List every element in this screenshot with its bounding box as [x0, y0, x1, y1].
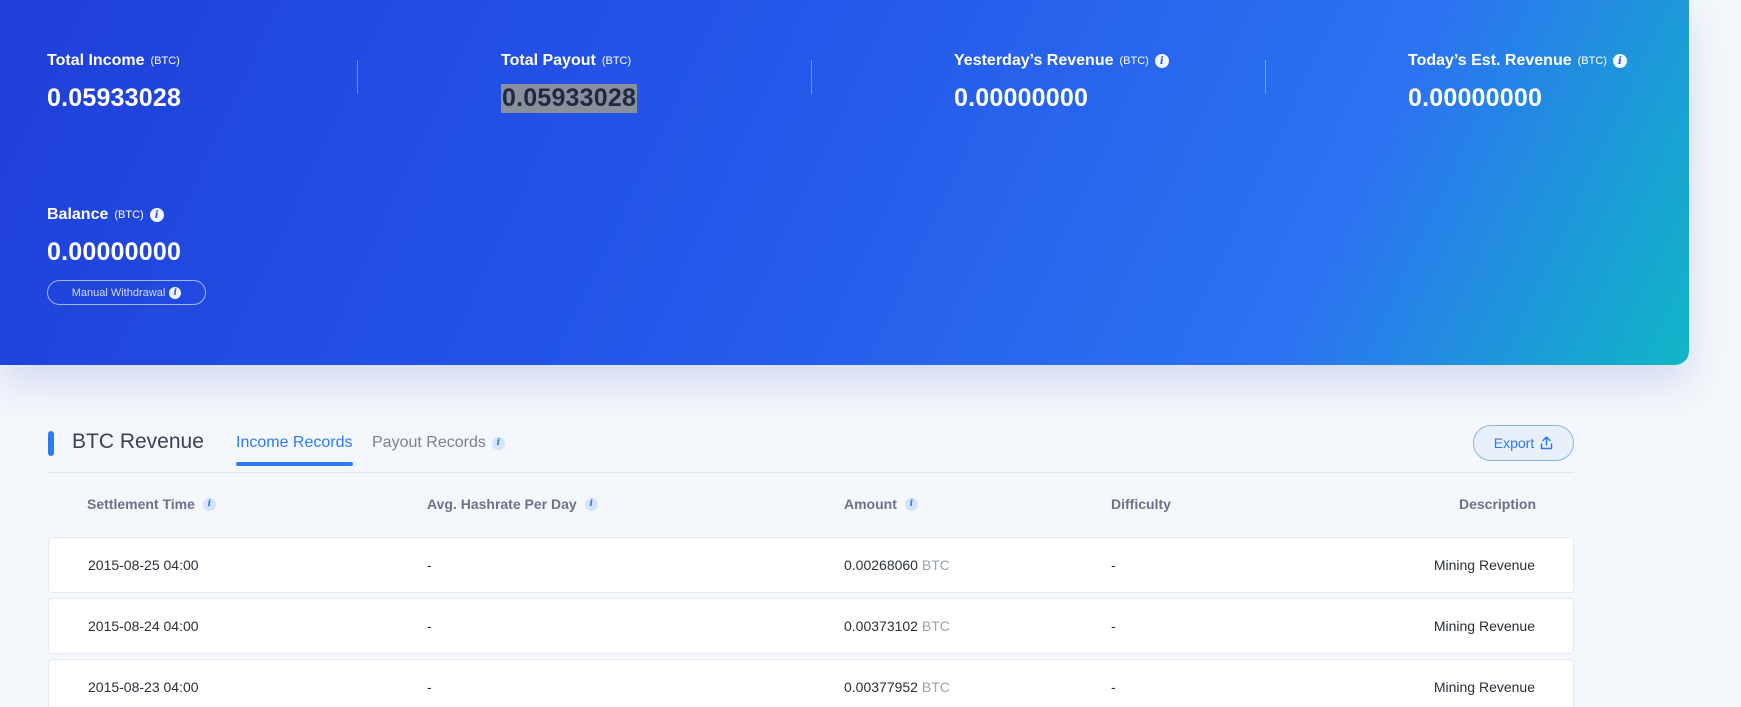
difficulty-cell: - — [1111, 557, 1116, 573]
yesterday-revenue-label: Yesterday’s Revenue (BTC) i — [954, 52, 1169, 70]
description-cell: Mining Revenue — [1433, 618, 1535, 634]
revenue-summary-banner: Total Income (BTC) 0.05933028 Total Payo… — [0, 0, 1689, 365]
tab-income-records[interactable]: Income Records — [236, 434, 353, 466]
revenue-section-header: BTC Revenue Income Records Payout Record… — [48, 425, 1574, 473]
hashrate-cell: - — [427, 679, 432, 695]
settlement-time-cell: 2015-08-25 04:00 — [88, 557, 199, 573]
table-row: 2015-08-24 04:00 - 0.00373102 BTC - Mini… — [48, 598, 1574, 654]
info-icon[interactable]: i — [169, 286, 182, 299]
total-income-value: 0.05933028 — [47, 84, 182, 112]
table-row: 2015-08-25 04:00 - 0.00268060 BTC - Mini… — [48, 537, 1574, 593]
section-accent-bar — [48, 431, 54, 456]
description-cell: Mining Revenue — [1433, 679, 1535, 695]
today-est-revenue-label: Today’s Est. Revenue (BTC) i — [1408, 52, 1627, 70]
description-cell: Mining Revenue — [1433, 557, 1535, 573]
balance-value: 0.00000000 — [47, 238, 182, 266]
info-icon[interactable]: i — [584, 497, 598, 511]
hashrate-cell: - — [427, 557, 432, 573]
total-income-label: Total Income (BTC) — [47, 52, 180, 69]
today-est-revenue-value: 0.00000000 — [1408, 84, 1543, 112]
section-title: BTC Revenue — [72, 430, 204, 453]
settlement-time-cell: 2015-08-24 04:00 — [88, 618, 199, 634]
info-icon[interactable]: i — [904, 497, 918, 511]
info-icon[interactable]: i — [149, 208, 164, 222]
difficulty-cell: - — [1111, 679, 1116, 695]
hashrate-cell: - — [427, 618, 432, 634]
amount-cell: 0.00377952 BTC — [844, 679, 950, 695]
column-header-difficulty: Difficulty — [1111, 496, 1171, 512]
difficulty-cell: - — [1111, 618, 1116, 634]
tab-payout-records[interactable]: Payout Records i — [372, 434, 505, 452]
stat-divider — [1265, 60, 1266, 94]
export-button[interactable]: Export — [1473, 425, 1574, 461]
manual-withdrawal-button[interactable]: Manual Withdrawal i — [47, 280, 206, 305]
yesterday-revenue-stat: Yesterday’s Revenue (BTC) i 0.00000000 — [954, 52, 1169, 113]
amount-cell: 0.00268060 BTC — [844, 557, 950, 573]
stat-divider — [811, 60, 812, 94]
column-header-description: Description — [1458, 496, 1536, 512]
info-icon[interactable]: i — [491, 436, 505, 450]
info-icon[interactable]: i — [202, 497, 216, 511]
total-payout-stat: Total Payout (BTC) 0.05933028 — [501, 52, 638, 113]
settlement-time-cell: 2015-08-23 04:00 — [88, 679, 199, 695]
yesterday-revenue-value: 0.00000000 — [954, 84, 1089, 112]
balance-stat: Balance (BTC) i 0.00000000 — [47, 206, 181, 267]
table-header: Settlement Time i Avg. Hashrate Per Day … — [48, 488, 1574, 520]
column-header-avg-hashrate: Avg. Hashrate Per Day i — [427, 496, 598, 512]
info-icon[interactable]: i — [1612, 54, 1627, 68]
stat-divider — [357, 60, 358, 94]
today-est-revenue-stat: Today’s Est. Revenue (BTC) i 0.00000000 — [1408, 52, 1627, 113]
table-row: 2015-08-23 04:00 - 0.00377952 BTC - Mini… — [48, 659, 1574, 707]
total-payout-value: 0.05933028 — [501, 84, 638, 113]
total-payout-label: Total Payout (BTC) — [501, 52, 632, 69]
amount-cell: 0.00373102 BTC — [844, 618, 950, 634]
upload-icon — [1540, 436, 1553, 450]
info-icon[interactable]: i — [1154, 54, 1169, 68]
column-header-amount: Amount i — [844, 496, 918, 512]
balance-label: Balance (BTC) i — [47, 206, 181, 224]
column-header-settlement-time: Settlement Time i — [87, 496, 216, 512]
total-income-stat: Total Income (BTC) 0.05933028 — [47, 52, 181, 113]
